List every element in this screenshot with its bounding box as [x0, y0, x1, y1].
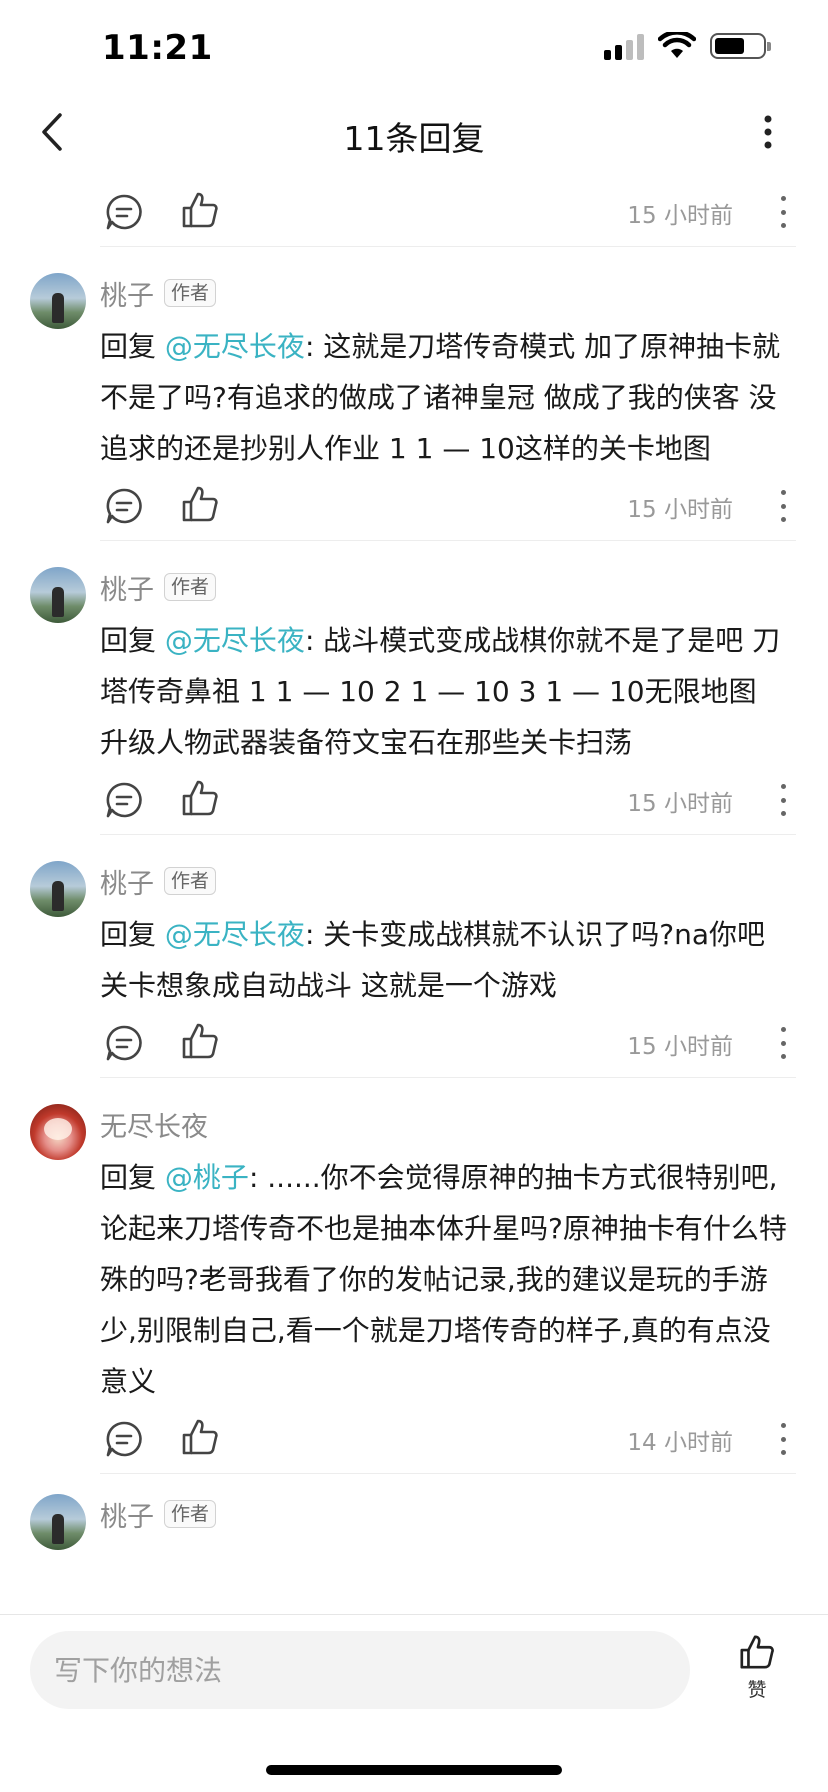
avatar[interactable]: [30, 861, 86, 917]
avatar[interactable]: [30, 567, 86, 623]
comment-actions: 15 小时前: [0, 180, 828, 246]
colon: :: [248, 1161, 259, 1194]
cellular-signal-icon: [604, 32, 644, 60]
comment-timestamp: 15 小时前: [627, 203, 733, 229]
author-badge: 作者: [164, 279, 217, 307]
reply-prefix: 回复: [100, 330, 157, 363]
comment-text: 回复 @无尽长夜: 这就是刀塔传奇模式 加了原神抽卡就不是了吗?有追求的做成了诸…: [100, 321, 792, 474]
reply-prefix: 回复: [100, 1161, 157, 1194]
author-badge: 作者: [164, 867, 217, 895]
user-name[interactable]: 桃子: [100, 862, 154, 901]
comment-more-button[interactable]: [778, 196, 788, 228]
colon: :: [304, 918, 315, 951]
comment-text: 回复 @无尽长夜: 关卡变成战棋就不认识了吗?na你吧关卡想象成自动战斗 这就是…: [100, 909, 792, 1011]
comment-timestamp: 15 小时前: [627, 497, 733, 523]
comment-timestamp: 15 小时前: [627, 791, 733, 817]
comment-text: 回复 @无尽长夜: 战斗模式变成战棋你就不是了是吧 刀塔传奇鼻祖 1 1 — 1…: [100, 615, 792, 768]
user-name[interactable]: 桃子: [100, 568, 154, 607]
comment-actions: 15 小时前: [0, 474, 828, 540]
user-name[interactable]: 无尽长夜: [100, 1105, 208, 1144]
comment-more-button[interactable]: [778, 1423, 788, 1455]
home-indicator[interactable]: [266, 1765, 562, 1775]
comment-input[interactable]: [30, 1631, 690, 1709]
author-badge: 作者: [164, 573, 217, 601]
comment-actions: 15 小时前: [0, 768, 828, 834]
comment-item: 无尽长夜 回复 @桃子: ......你不会觉得原神的抽卡方式很特别吧,论起来刀…: [0, 1078, 828, 1474]
wifi-icon: [658, 32, 696, 58]
reply-prefix: 回复: [100, 624, 157, 657]
mention-link[interactable]: @无尽长夜: [165, 624, 305, 657]
user-name[interactable]: 桃子: [100, 274, 154, 313]
mention-link[interactable]: @桃子: [165, 1161, 249, 1194]
avatar[interactable]: [30, 1104, 86, 1160]
comment-text: 回复 @桃子: ......你不会觉得原神的抽卡方式很特别吧,论起来刀塔传奇不也…: [100, 1152, 792, 1407]
author-badge: 作者: [164, 1500, 217, 1528]
comment-timestamp: 14 小时前: [627, 1430, 733, 1456]
status-bar: 11:21: [0, 0, 828, 96]
colon: :: [304, 624, 315, 657]
thumbs-up-icon[interactable]: [180, 1417, 220, 1457]
comment-item-partial: 桃子 作者: [0, 1474, 828, 1550]
comment-item: 桃子 作者 回复 @无尽长夜: 关卡变成战棋就不认识了吗?na你吧关卡想象成自动…: [0, 835, 828, 1078]
comment-actions: 15 小时前: [0, 1011, 828, 1077]
reply-icon[interactable]: [104, 1419, 144, 1459]
comment-more-button[interactable]: [778, 784, 788, 816]
comment-more-button[interactable]: [778, 1027, 788, 1059]
reply-prefix: 回复: [100, 918, 157, 951]
nav-header: 11条回复: [0, 96, 828, 168]
reply-icon[interactable]: [104, 192, 144, 232]
reply-icon[interactable]: [104, 1023, 144, 1063]
battery-icon: [710, 33, 771, 59]
status-time: 11:21: [102, 28, 213, 68]
more-vertical-icon: [764, 115, 772, 149]
avatar[interactable]: [30, 273, 86, 329]
mention-link[interactable]: @无尽长夜: [165, 918, 305, 951]
comment-more-button[interactable]: [778, 490, 788, 522]
thumbs-up-icon[interactable]: [180, 778, 220, 818]
reply-icon[interactable]: [104, 486, 144, 526]
more-options-button[interactable]: [748, 108, 788, 156]
like-label: 赞: [747, 1679, 767, 1701]
user-name[interactable]: 桃子: [100, 1495, 154, 1534]
status-icons: [604, 32, 771, 60]
comment-timestamp: 15 小时前: [627, 1034, 733, 1060]
reply-icon[interactable]: [104, 780, 144, 820]
thumbs-up-icon[interactable]: [180, 190, 220, 230]
thumbs-up-icon[interactable]: [180, 484, 220, 524]
like-button[interactable]: 赞: [730, 1633, 784, 1702]
comment-actions: 14 小时前: [0, 1407, 828, 1473]
thumbs-up-icon[interactable]: [180, 1021, 220, 1061]
comment-item: 桃子 作者 回复 @无尽长夜: 战斗模式变成战棋你就不是了是吧 刀塔传奇鼻祖 1…: [0, 541, 828, 835]
colon: :: [304, 330, 315, 363]
reply-thread: 15 小时前 桃子 作者 回复 @无尽长夜: 这就是刀塔传奇模式 加了原神抽卡就…: [0, 180, 828, 1612]
comment-body: ......你不会觉得原神的抽卡方式很特别吧,论起来刀塔传奇不也是抽本体升星吗?…: [100, 1161, 787, 1398]
mention-link[interactable]: @无尽长夜: [165, 330, 305, 363]
page-title: 11条回复: [343, 119, 485, 158]
avatar[interactable]: [30, 1494, 86, 1550]
comment-item: 桃子 作者 回复 @无尽长夜: 这就是刀塔传奇模式 加了原神抽卡就不是了吗?有追…: [0, 247, 828, 541]
bottom-comment-bar: 赞: [0, 1614, 828, 1792]
thumbs-up-icon: [740, 1635, 774, 1669]
